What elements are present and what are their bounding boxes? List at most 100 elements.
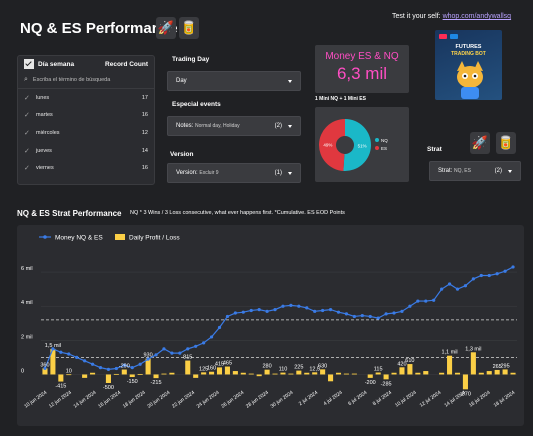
data-label: 610: [405, 358, 414, 364]
money-point: [90, 362, 95, 366]
legend-bar-swatch: [115, 234, 125, 240]
version-dropdown[interactable]: Version: Excluir 9 (1): [167, 163, 301, 183]
money-point: [138, 362, 142, 366]
profit-bar: [129, 374, 135, 378]
data-label: -150: [127, 379, 138, 385]
money-point: [170, 351, 174, 355]
money-point: [114, 366, 118, 371]
record-count: 12: [141, 129, 148, 136]
kpi-caption: 1 Mini NQ + 1 Mini ES: [315, 96, 366, 102]
profit-bar: [510, 372, 516, 375]
search-input[interactable]: ⌕ Escriba el término de búsqueda: [18, 72, 154, 89]
data-label: 225: [294, 365, 303, 371]
check-icon: ✓: [24, 129, 30, 137]
soda-can-icon: 🥫: [179, 17, 199, 39]
money-point: [487, 273, 491, 278]
events-label: Especial events: [172, 101, 221, 108]
profit-bar: [399, 367, 405, 375]
check-icon: ✓: [24, 112, 30, 120]
money-point: [289, 303, 293, 307]
data-label: -215: [151, 380, 162, 386]
x-tick-label: 22 jun 2024: [171, 390, 196, 410]
events-dropdown[interactable]: Notes: Normal day, Holiday (2): [167, 116, 301, 136]
money-point: [440, 287, 444, 291]
money-point: [495, 272, 499, 276]
x-tick-label: 4 jul 2024: [323, 390, 344, 407]
money-point: [384, 312, 388, 316]
x-tick-label: 30 jun 2024: [270, 390, 295, 410]
profit-bar: [312, 372, 318, 375]
money-point: [479, 273, 483, 278]
column-header-record-count[interactable]: Record Count: [105, 61, 148, 68]
weekday-name: miércoles: [36, 129, 60, 136]
data-label: 1,3 mil: [465, 346, 481, 352]
money-point: [455, 287, 460, 291]
data-label: 360: [40, 362, 49, 368]
profit-bar: [383, 374, 389, 380]
list-item[interactable]: ✓ martes 16: [18, 107, 154, 125]
chart-subtitle: NQ * 3 Wins / 3 Loss consecutive, what e…: [130, 210, 345, 216]
x-tick-label: 16 jul 2024: [468, 390, 492, 409]
money-point: [463, 284, 468, 288]
money-point: [130, 366, 134, 370]
whop-link[interactable]: whop.com/andywallsq: [443, 13, 511, 20]
money-point: [273, 308, 277, 312]
column-header-weekday[interactable]: Día semana: [38, 61, 105, 68]
trading-day-dropdown[interactable]: Day: [167, 71, 301, 91]
money-point: [503, 269, 507, 273]
y-tick-label: 2 mil: [21, 334, 33, 340]
data-label: 630: [318, 363, 327, 369]
profit-bar: [320, 369, 326, 375]
list-item[interactable]: ✓ jueves 14: [18, 142, 154, 160]
profit-bar: [478, 372, 484, 375]
data-label: 115: [374, 367, 383, 373]
profit-bar: [82, 374, 88, 378]
trading-day-label: Trading Day: [172, 56, 210, 63]
list-item[interactable]: ✓ miércoles 12: [18, 124, 154, 142]
chevron-down-icon: [288, 79, 292, 83]
money-point: [225, 314, 230, 319]
legend-line-marker: [43, 235, 47, 239]
x-tick-label: 10 jul 2024: [394, 390, 418, 409]
money-point: [313, 309, 317, 313]
select-all-checkbox[interactable]: [24, 59, 34, 69]
record-count: 16: [141, 112, 148, 119]
profit-bar: [201, 372, 207, 375]
data-label: 1,1 mil: [441, 350, 457, 356]
list-item[interactable]: ✓ viernes 16: [18, 159, 154, 177]
search-icon: ⌕: [24, 76, 28, 83]
profit-bar: [153, 374, 159, 379]
money-point: [376, 316, 380, 320]
profit-bar: [391, 372, 397, 375]
money-point: [249, 308, 253, 313]
money-point: [202, 341, 206, 345]
test-it-text: Test it your self: whop.com/andywallsq: [392, 13, 511, 20]
data-label: 10: [66, 368, 72, 374]
version-label: Version: [170, 151, 194, 158]
x-tick-label: 28 jun 2024: [245, 390, 270, 410]
y-tick-label: 6 mil: [21, 266, 33, 272]
version-value: Excluir 9: [199, 170, 219, 176]
money-point: [233, 311, 237, 315]
promo-badges: [439, 34, 458, 39]
money-point: [416, 299, 420, 303]
x-tick-label: 14 jun 2024: [73, 390, 98, 410]
badge-icon: [439, 34, 447, 39]
profit-bar: [439, 372, 445, 375]
weekday-filter-list: Día semana Record Count ⌕ Escriba el tér…: [17, 55, 155, 185]
data-label: 110: [279, 367, 288, 373]
money-point: [59, 350, 63, 354]
money-point: [265, 309, 269, 313]
legend-label: ES: [381, 146, 387, 151]
profit-bar: [145, 358, 151, 375]
chevron-down-icon: [508, 169, 512, 173]
data-label: 815: [183, 355, 192, 361]
strat-dropdown[interactable]: Strat: NQ, ES (2): [429, 161, 521, 181]
legend-label: NQ: [381, 138, 388, 143]
promo-image[interactable]: FUTURES TRADING BOT: [435, 30, 502, 100]
data-label: 465: [223, 361, 232, 367]
list-item[interactable]: ✓ lunes 17: [18, 89, 154, 107]
money-point: [257, 308, 261, 312]
profit-bar: [423, 371, 429, 375]
check-icon: ✓: [24, 94, 30, 102]
